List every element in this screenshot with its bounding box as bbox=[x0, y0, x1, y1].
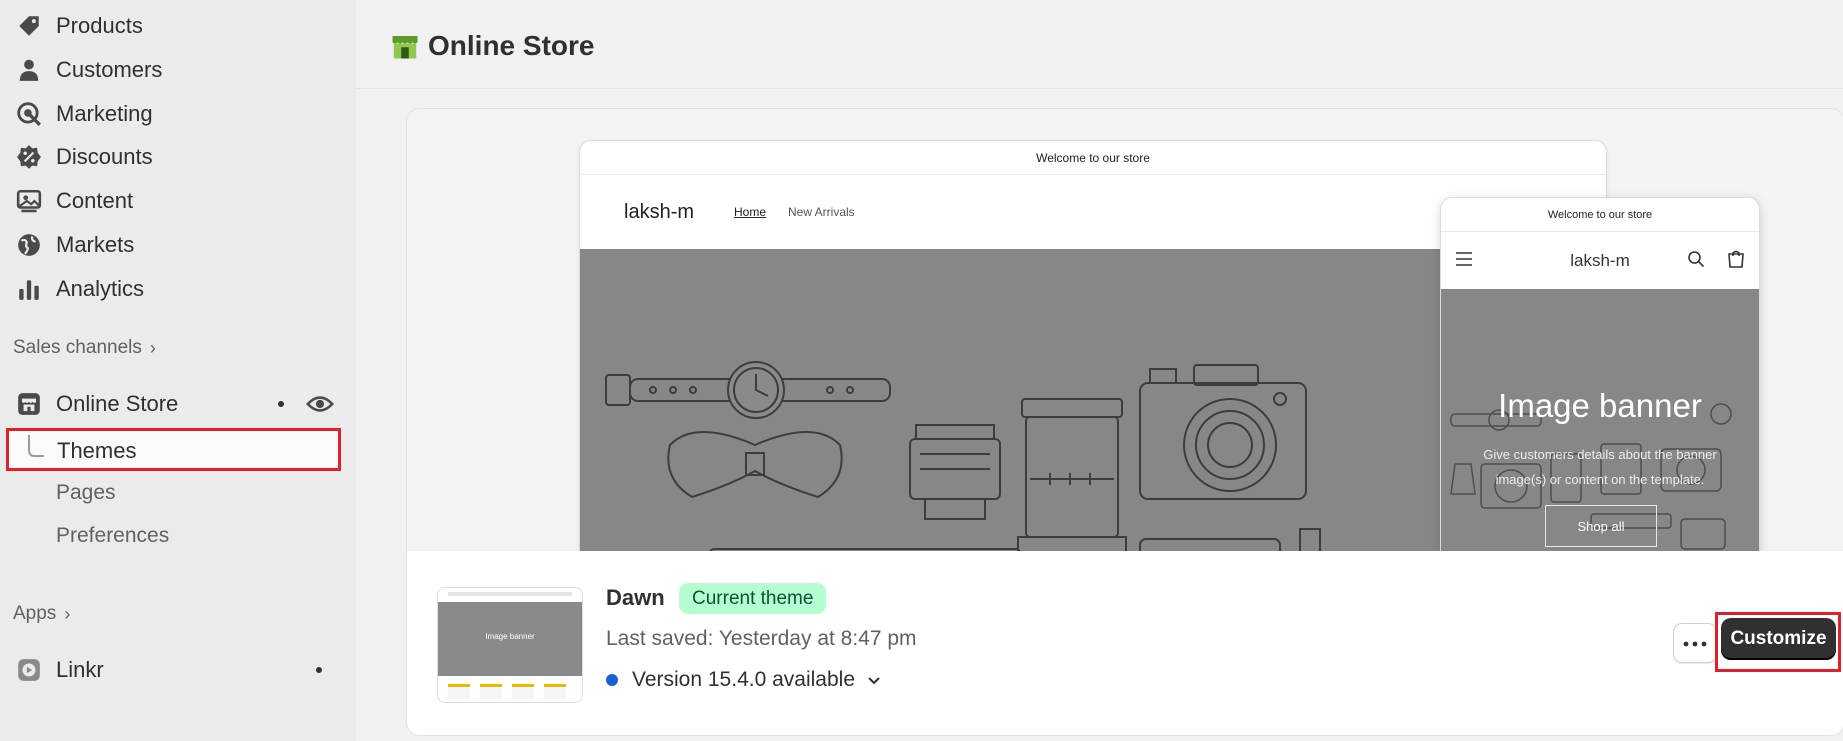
theme-name: Dawn bbox=[606, 585, 665, 610]
sidebar: Products Customers Marketing Discounts C… bbox=[0, 0, 356, 741]
eye-icon[interactable] bbox=[305, 390, 335, 418]
sidebar-item-discounts[interactable]: Discounts bbox=[14, 139, 344, 175]
sidebar-item-online-store[interactable]: Online Store bbox=[14, 386, 344, 422]
person-icon bbox=[14, 55, 44, 85]
image-icon bbox=[14, 186, 44, 216]
chevron-right-icon: › bbox=[149, 337, 156, 358]
sidebar-item-linkr[interactable]: Linkr bbox=[14, 652, 344, 688]
announcement-bar: Welcome to our store bbox=[1441, 198, 1759, 232]
globe-icon bbox=[14, 230, 44, 260]
sidebar-item-customers[interactable]: Customers bbox=[14, 52, 344, 88]
store-icon bbox=[14, 389, 44, 419]
tree-branch-icon bbox=[28, 435, 44, 457]
tag-icon bbox=[14, 11, 44, 41]
sidebar-item-markets[interactable]: Markets bbox=[14, 227, 344, 263]
apps-header[interactable]: Apps › bbox=[13, 603, 70, 625]
theme-card: Welcome to our store laksh-m Home New Ar… bbox=[406, 108, 1843, 736]
status-dot bbox=[316, 667, 322, 673]
thumb-header bbox=[448, 592, 572, 596]
sidebar-item-products[interactable]: Products bbox=[14, 8, 344, 44]
theme-preview[interactable]: Welcome to our store laksh-m Home New Ar… bbox=[407, 109, 1843, 551]
sidebar-item-label: Products bbox=[56, 13, 143, 38]
main-content: Online Store Welcome to our store laksh-… bbox=[356, 0, 1843, 741]
sidebar-item-label: Content bbox=[56, 188, 134, 213]
ellipsis-icon bbox=[1683, 634, 1707, 652]
current-theme-badge: Current theme bbox=[679, 583, 827, 614]
mobile-nav: laksh-m bbox=[1441, 232, 1759, 289]
chevron-right-icon: › bbox=[64, 603, 71, 624]
last-saved-text: Last saved: Yesterday at 8:47 pm bbox=[606, 627, 917, 650]
target-icon bbox=[14, 99, 44, 129]
status-dot bbox=[278, 401, 284, 407]
sidebar-item-label: Discounts bbox=[56, 144, 153, 169]
sales-channels-header[interactable]: Sales channels › bbox=[13, 337, 156, 359]
bar-chart-icon bbox=[14, 274, 44, 304]
store-logo: laksh-m bbox=[1570, 250, 1630, 270]
chevron-down-icon bbox=[865, 671, 883, 689]
page-header: Online Store bbox=[390, 30, 594, 62]
shop-all-button: Shop all bbox=[1545, 505, 1657, 547]
mobile-preview: Welcome to our store laksh-m Image banne… bbox=[1440, 197, 1760, 551]
sidebar-item-themes[interactable]: Themes bbox=[6, 428, 341, 471]
more-actions-button[interactable] bbox=[1673, 623, 1717, 663]
sidebar-item-label: Customers bbox=[56, 57, 163, 82]
search-icon bbox=[1687, 250, 1705, 273]
hamburger-menu-icon bbox=[1455, 250, 1473, 273]
version-dropdown[interactable]: Version 15.4.0 available bbox=[606, 668, 883, 692]
sidebar-item-content[interactable]: Content bbox=[14, 183, 344, 219]
announcement-bar: Welcome to our store bbox=[580, 141, 1606, 175]
hero-text: Give customers details about the banner … bbox=[1483, 447, 1717, 487]
sidebar-item-marketing[interactable]: Marketing bbox=[14, 96, 344, 132]
version-text: Version 15.4.0 available bbox=[632, 668, 855, 691]
online-store-icon bbox=[390, 31, 420, 61]
sidebar-item-label: Online Store bbox=[56, 391, 179, 416]
version-status-dot bbox=[606, 674, 618, 686]
sidebar-item-preferences[interactable]: Preferences bbox=[56, 524, 169, 548]
thumb-hero: Image banner bbox=[438, 602, 582, 676]
cart-icon bbox=[1726, 249, 1746, 274]
hero-image: Image banner Give customers details abou… bbox=[1441, 289, 1759, 551]
sidebar-item-label: Markets bbox=[56, 232, 135, 257]
hero-title: Image banner bbox=[1498, 387, 1702, 424]
sidebar-item-label: Linkr bbox=[56, 657, 104, 682]
nav-link-new-arrivals: New Arrivals bbox=[788, 205, 855, 219]
sidebar-item-label: Marketing bbox=[56, 101, 153, 126]
header-divider bbox=[356, 88, 1843, 89]
nav-link-home: Home bbox=[734, 205, 767, 219]
page-title: Online Store bbox=[428, 30, 595, 61]
sidebar-item-label: Analytics bbox=[56, 276, 145, 301]
customize-button[interactable]: Customize bbox=[1721, 618, 1836, 660]
sidebar-item-pages[interactable]: Pages bbox=[56, 481, 116, 505]
discount-icon bbox=[14, 142, 44, 172]
sidebar-item-analytics[interactable]: Analytics bbox=[14, 271, 344, 307]
thumb-products bbox=[448, 684, 566, 699]
linkr-app-icon bbox=[14, 655, 44, 685]
store-logo: laksh-m bbox=[624, 200, 695, 223]
theme-thumbnail[interactable]: Image banner bbox=[437, 587, 583, 703]
